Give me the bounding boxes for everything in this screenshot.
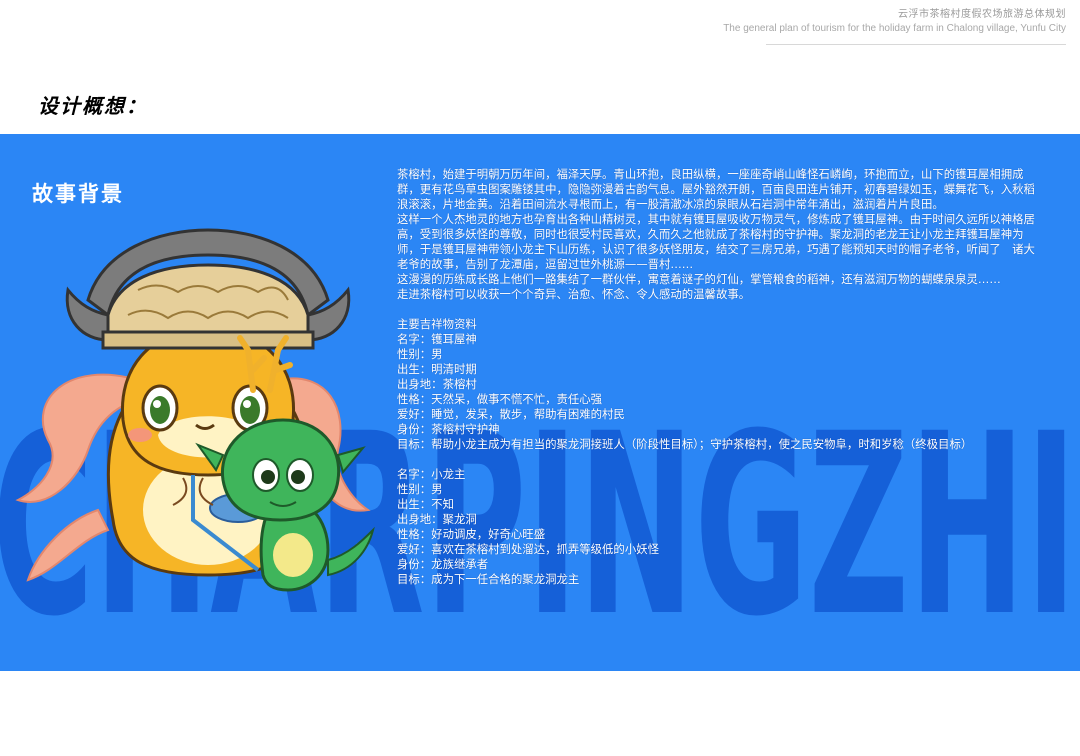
mascot-illustration: [15, 228, 375, 592]
story-paragraph: 这样一个人杰地灵的地方也孕育出各种山精树灵，其中就有镬耳屋吸收万物灵气，修炼成了…: [397, 212, 1035, 271]
wok-ear-hat: [65, 228, 351, 350]
header-title-cn: 云浮市茶榕村度假农场旅游总体规划: [898, 9, 1066, 20]
story-paragraph: 茶榕村，始建于明朝万历年间，福泽天厚。青山环抱，良田纵横，一座座奇峭山峰怪石嶙峋…: [397, 167, 1035, 211]
story-paragraph: 这漫漫的历练成长路上他们一路集结了一群伙伴，寓意着谜子的灯仙，掌管粮食的稻神，还…: [397, 272, 1001, 286]
header-title-en: The general plan of tourism for the holi…: [723, 23, 1066, 34]
mascot2-name: 名字：小龙主: [397, 467, 466, 481]
mascot1-name: 名字：镬耳屋神: [397, 332, 477, 346]
mascot1-birth: 出生：明清时期: [397, 362, 477, 376]
mascot-heading: 主要吉祥物资料: [397, 317, 477, 331]
section-title: 设计概想：: [38, 94, 148, 118]
mascot2-personality: 性格：好动调皮，好奇心旺盛: [397, 527, 546, 541]
story-panel: CHARPINGZHI 故事背景 茶榕村，始建于明朝万历年间，福泽天厚。青山环抱…: [0, 134, 1080, 671]
mascot2-hobby: 爱好：喜欢在茶榕村到处溜达，抓弄等级低的小妖怪: [397, 542, 659, 556]
mascot1-identity: 身份：茶榕村守护神: [397, 422, 500, 436]
mascot2-birth: 出生：不知: [397, 497, 454, 511]
header-divider: [766, 44, 1066, 45]
mascot1-hobby: 爱好：睡觉，发呆，散步，帮助有困难的村民: [397, 407, 625, 421]
mascot1-origin: 出身地：茶榕村: [397, 377, 477, 391]
mascot2-gender: 性别：男: [397, 482, 443, 496]
story-paragraph: 走进茶榕村可以收获一个个奇异、治愈、怀念、令人感动的温馨故事。: [397, 287, 751, 301]
mascot1-goal: 目标：帮助小龙主成为有担当的聚龙洞接班人（阶段性目标）；守护茶榕村，使之民安物阜…: [397, 437, 973, 451]
mascot2-origin: 出身地：聚龙洞: [397, 512, 477, 526]
mascot2-goal: 目标：成为下一任合格的聚龙洞龙主: [397, 572, 580, 586]
mascot1-personality: 性格：天然呆，做事不慌不忙，责任心强: [397, 392, 603, 406]
story-body: 茶榕村，始建于明朝万历年间，福泽天厚。青山环抱，良田纵横，一座座奇峭山峰怪石嶙峋…: [397, 167, 1037, 587]
mascot2-identity: 身份：龙族继承者: [397, 557, 489, 571]
story-title: 故事背景: [32, 182, 124, 206]
mascot1-gender: 性别：男: [397, 347, 443, 361]
